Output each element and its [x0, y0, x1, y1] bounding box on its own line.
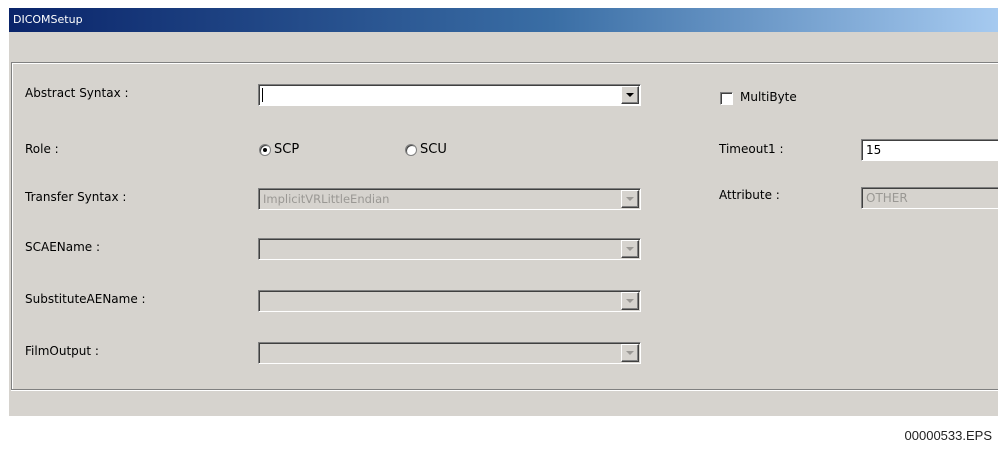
radio-scu[interactable] — [405, 144, 417, 156]
chevron-down-icon — [626, 299, 634, 303]
scae-name-dropdown-button[interactable] — [621, 240, 639, 258]
timeout1-input[interactable]: 15 — [861, 139, 998, 161]
window-titlebar[interactable]: DICOMSetup — [9, 8, 998, 32]
substitute-ae-name-dropdown-button[interactable] — [621, 292, 639, 310]
timeout1-label: Timeout1 : — [719, 142, 784, 156]
abstract-syntax-combo[interactable] — [258, 84, 641, 106]
role-label: Role : — [25, 142, 59, 156]
attribute-label: Attribute : — [719, 188, 780, 202]
attribute-value: OTHER — [866, 191, 908, 205]
film-output-combo[interactable] — [258, 342, 641, 364]
multibyte-label[interactable]: MultiByte — [740, 90, 797, 104]
film-output-dropdown-button[interactable] — [621, 344, 639, 362]
chevron-down-icon — [626, 197, 634, 201]
transfer-syntax-label: Transfer Syntax : — [25, 190, 127, 204]
transfer-syntax-value: ImplicitVRLittleEndian — [263, 192, 390, 206]
chevron-down-icon — [626, 351, 634, 355]
scae-name-combo[interactable] — [258, 238, 641, 260]
substitute-ae-name-label: SubstituteAEName : — [25, 292, 146, 306]
multibyte-checkbox[interactable] — [720, 92, 733, 105]
window-title: DICOMSetup — [13, 13, 83, 26]
abstract-syntax-dropdown-button[interactable] — [621, 86, 639, 104]
chevron-down-icon — [626, 93, 634, 97]
film-output-label: FilmOutput : — [25, 344, 99, 358]
radio-scu-label[interactable]: SCU — [420, 142, 447, 157]
dicom-setup-window: DICOMSetup Abstract Syntax : Role : SCP … — [9, 8, 998, 416]
chevron-down-icon — [626, 247, 634, 251]
transfer-syntax-dropdown-button[interactable] — [621, 190, 639, 208]
attribute-input[interactable]: OTHER — [861, 187, 998, 209]
transfer-syntax-combo[interactable]: ImplicitVRLittleEndian — [258, 188, 641, 210]
figure-filename: 00000533.EPS — [904, 428, 992, 443]
timeout1-value: 15 — [866, 143, 882, 157]
scae-name-label: SCAEName : — [25, 240, 101, 254]
substitute-ae-name-combo[interactable] — [258, 290, 641, 312]
radio-scp-label[interactable]: SCP — [274, 142, 299, 157]
text-caret — [262, 88, 263, 102]
radio-scp[interactable] — [259, 144, 271, 156]
abstract-syntax-label: Abstract Syntax : — [25, 86, 129, 100]
radio-selected-dot — [263, 148, 267, 152]
settings-group — [11, 62, 998, 390]
